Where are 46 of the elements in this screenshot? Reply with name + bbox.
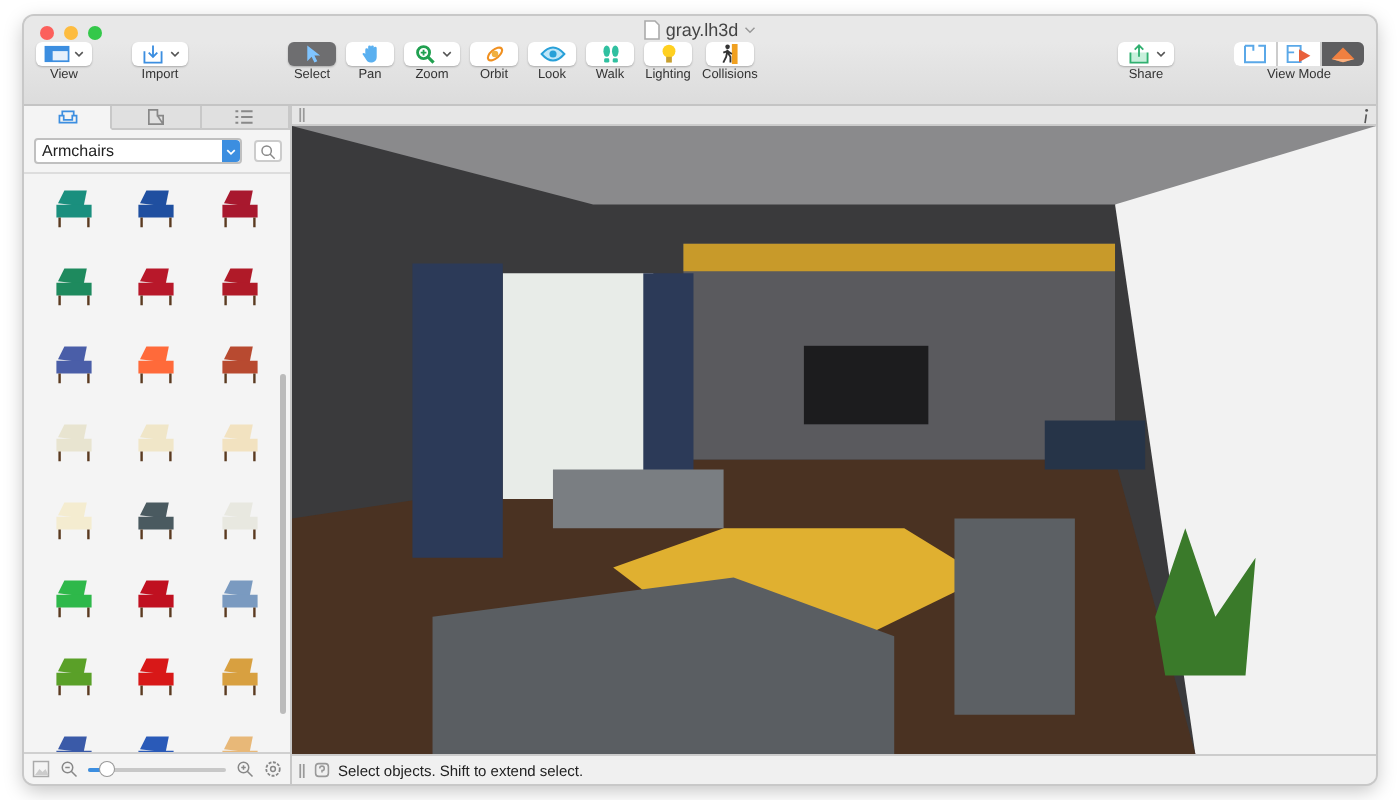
3d-view-icon <box>1330 44 1356 64</box>
tool-button[interactable] <box>705 42 754 66</box>
sidebar-tab[interactable] <box>201 106 290 130</box>
help-icon <box>314 762 330 778</box>
orbit-icon <box>481 44 507 64</box>
plan-icon <box>1242 44 1268 64</box>
drag-handle-icon[interactable] <box>298 763 306 777</box>
armchair-icon <box>57 108 78 126</box>
import-button[interactable] <box>132 42 188 66</box>
caret-icon <box>170 50 180 58</box>
import-icon <box>140 44 166 64</box>
list-icon <box>234 108 255 126</box>
plan-and-3d-icon <box>1286 44 1312 64</box>
view-mode-segment[interactable] <box>1234 42 1276 66</box>
image-icon[interactable] <box>32 760 50 778</box>
window-icon <box>44 44 70 64</box>
search-icon <box>260 143 276 159</box>
sidebar-tab[interactable] <box>24 106 113 130</box>
info-icon[interactable] <box>1362 107 1370 123</box>
sidebar-tab[interactable] <box>112 106 202 130</box>
scroll-bar[interactable] <box>280 374 286 714</box>
caret-icon <box>74 50 84 58</box>
view-mode-segment[interactable] <box>1322 42 1364 66</box>
caret-icon[interactable] <box>744 26 757 34</box>
document-icon <box>643 20 660 40</box>
view-mode-segment[interactable] <box>1278 42 1320 66</box>
close-button[interactable] <box>40 25 54 39</box>
caret-icon <box>1156 50 1166 58</box>
hand-icon <box>357 44 383 64</box>
caret-icon <box>226 147 236 155</box>
share-button[interactable] <box>1118 42 1174 66</box>
floor-plan-icon <box>145 108 166 126</box>
search-button[interactable] <box>254 140 282 162</box>
window-title: gray.lh3d <box>665 20 739 40</box>
zoom-in-icon[interactable] <box>236 760 254 778</box>
share-icon <box>1126 44 1152 64</box>
category-dropdown[interactable]: Armchairs <box>34 138 242 164</box>
zoom-out-icon[interactable] <box>60 760 78 778</box>
drag-handle-icon[interactable] <box>298 108 306 122</box>
zoom-icon <box>412 44 438 64</box>
caret-icon <box>442 50 452 58</box>
eye-icon <box>539 44 565 64</box>
settings-icon[interactable] <box>264 760 282 778</box>
zoom-button[interactable] <box>88 25 102 39</box>
footprints-icon <box>597 44 623 64</box>
view-button[interactable] <box>36 42 92 66</box>
